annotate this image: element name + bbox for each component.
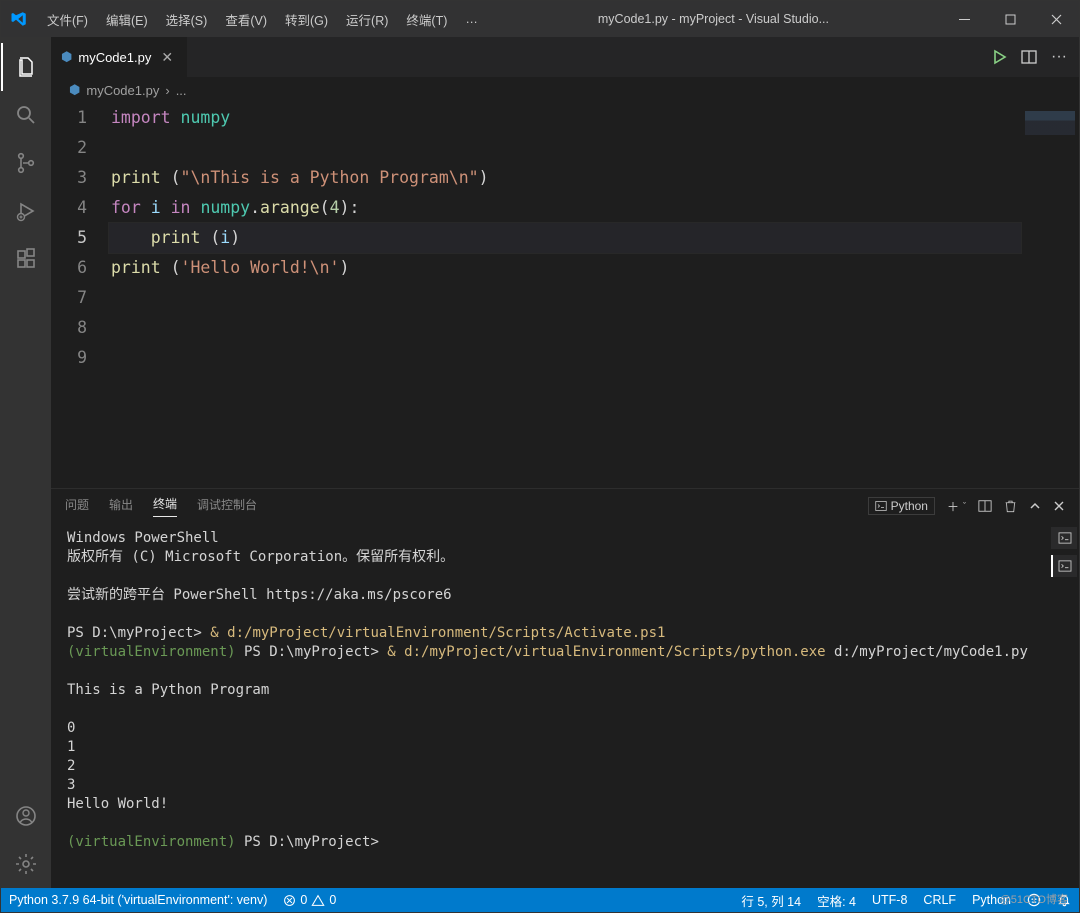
close-button[interactable]: [1033, 1, 1079, 37]
status-interpreter[interactable]: Python 3.7.9 64-bit ('virtualEnvironment…: [1, 893, 275, 907]
panel-tab-debug[interactable]: 调试控制台: [197, 496, 257, 517]
bottom-panel: 问题 输出 终端 调试控制台 Python ＋ˇ: [51, 488, 1079, 888]
vscode-window: 文件(F) 编辑(E) 选择(S) 查看(V) 转到(G) 运行(R) 终端(T…: [0, 0, 1080, 913]
status-bar: Python 3.7.9 64-bit ('virtualEnvironment…: [1, 888, 1079, 912]
line-gutter: 123456789: [51, 103, 109, 488]
split-editor-icon[interactable]: [1021, 49, 1037, 65]
titlebar: 文件(F) 编辑(E) 选择(S) 查看(V) 转到(G) 运行(R) 终端(T…: [1, 1, 1079, 37]
vscode-logo-icon: [1, 1, 37, 37]
breadcrumb-sep: ›: [165, 83, 169, 98]
status-encoding[interactable]: UTF-8: [864, 893, 915, 907]
code-editor[interactable]: 123456789 import numpy print ("\nThis is…: [51, 103, 1079, 488]
terminal-instance-2-icon[interactable]: [1051, 555, 1077, 577]
panel-tabs: 问题 输出 终端 调试控制台 Python ＋ˇ: [51, 489, 1079, 523]
activity-bar: [1, 37, 51, 888]
status-problems[interactable]: 0 0: [275, 893, 344, 907]
python-file-icon: ⬢: [69, 82, 80, 98]
maximize-button[interactable]: [987, 1, 1033, 37]
menu-view[interactable]: 查看(V): [217, 1, 275, 37]
kill-terminal-icon[interactable]: [1004, 499, 1017, 513]
tab-label: myCode1.py: [78, 50, 151, 65]
menu-more[interactable]: …: [457, 1, 486, 37]
terminal-interpreter-select[interactable]: Python: [868, 497, 935, 515]
breadcrumb-rest: ...: [176, 83, 187, 98]
status-eol[interactable]: CRLF: [915, 893, 964, 907]
new-terminal-icon[interactable]: ＋ˇ: [947, 498, 966, 515]
status-spaces[interactable]: 空格: 4: [809, 891, 864, 910]
account-icon[interactable]: [1, 792, 51, 840]
breadcrumb-file: myCode1.py: [86, 83, 159, 98]
menu-run[interactable]: 运行(R): [338, 1, 396, 37]
tab-close-icon[interactable]: ✕: [157, 47, 177, 68]
menu-goto[interactable]: 转到(G): [277, 1, 336, 37]
menu-edit[interactable]: 编辑(E): [98, 1, 156, 37]
extensions-icon[interactable]: [1, 235, 51, 283]
run-file-icon[interactable]: [991, 49, 1007, 65]
breadcrumb[interactable]: ⬢ myCode1.py › ...: [51, 77, 1079, 103]
terminal[interactable]: Windows PowerShell 版权所有 (C) Microsoft Co…: [51, 523, 1079, 888]
search-icon[interactable]: [1, 91, 51, 139]
window-title: myCode1.py - myProject - Visual Studio..…: [488, 12, 939, 26]
menu-select[interactable]: 选择(S): [158, 1, 216, 37]
close-panel-icon[interactable]: [1053, 500, 1065, 512]
menu-file[interactable]: 文件(F): [39, 1, 96, 37]
tab-bar: ⬢ myCode1.py ✕ ···: [51, 37, 1079, 77]
debug-icon[interactable]: [1, 187, 51, 235]
minimap[interactable]: [1021, 103, 1079, 488]
code-area[interactable]: import numpy print ("\nThis is a Python …: [109, 103, 1021, 488]
minimize-button[interactable]: [941, 1, 987, 37]
watermark: @51CTO博客: [1000, 891, 1068, 907]
tab-mycode1[interactable]: ⬢ myCode1.py ✕: [51, 37, 187, 77]
split-terminal-icon[interactable]: [978, 499, 992, 513]
more-actions-icon[interactable]: ···: [1051, 48, 1067, 66]
settings-icon[interactable]: [1, 840, 51, 888]
terminal-instance-1-icon[interactable]: [1051, 527, 1077, 549]
panel-tab-terminal[interactable]: 终端: [153, 495, 177, 517]
panel-tab-problems[interactable]: 问题: [65, 496, 89, 517]
explorer-icon[interactable]: [1, 43, 51, 91]
maximize-panel-icon[interactable]: [1029, 500, 1041, 512]
scm-icon[interactable]: [1, 139, 51, 187]
status-lncol[interactable]: 行 5, 列 14: [733, 891, 809, 910]
python-file-icon: ⬢: [61, 49, 72, 65]
panel-tab-output[interactable]: 输出: [109, 496, 133, 517]
menu-terminal[interactable]: 终端(T): [398, 1, 455, 37]
